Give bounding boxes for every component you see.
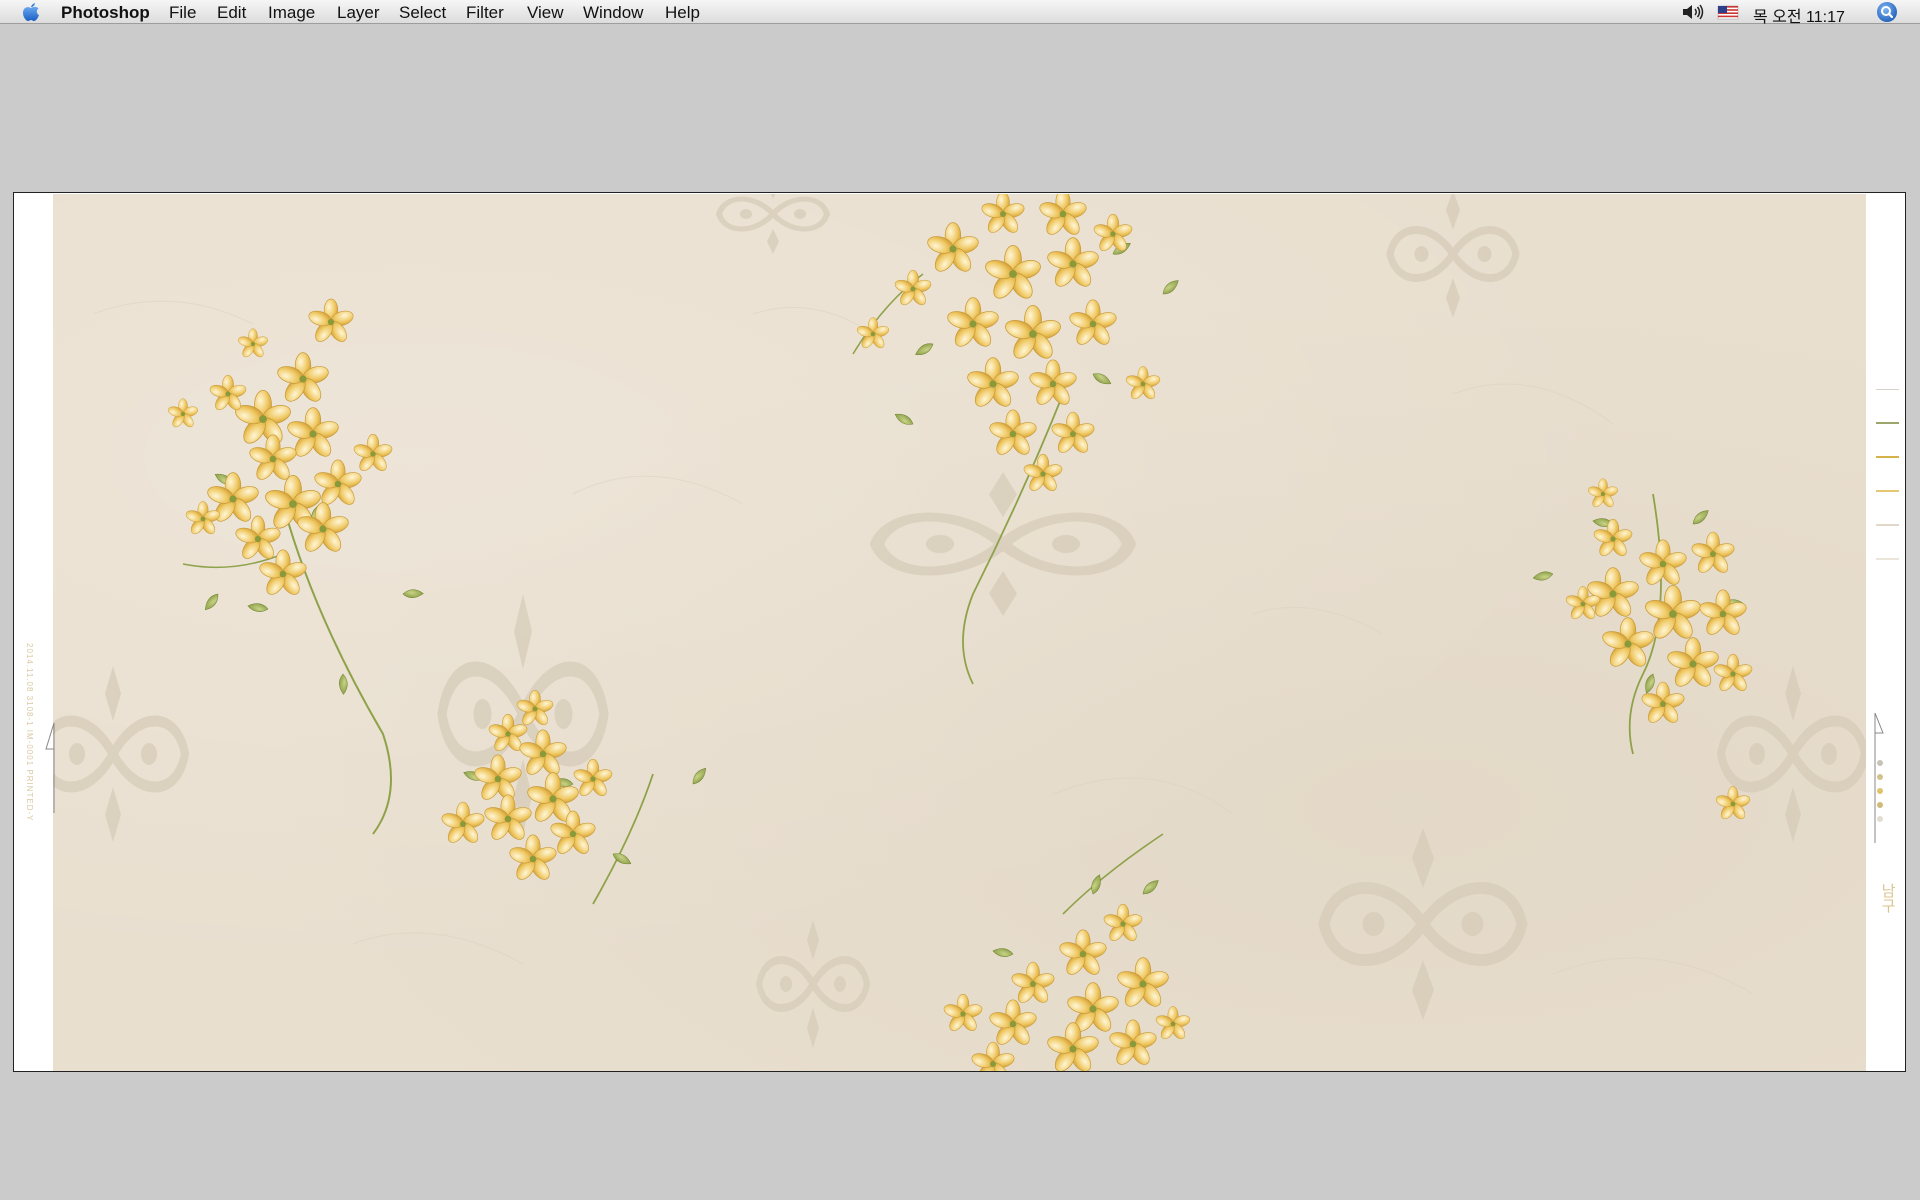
app-menu-photoshop[interactable]: Photoshop <box>61 3 150 23</box>
floral-wallpaper-pattern <box>53 194 1866 1071</box>
menu-file[interactable]: File <box>169 3 196 23</box>
flower-bouquet <box>166 298 425 835</box>
us-flag-icon[interactable] <box>1717 0 1739 24</box>
menu-select[interactable]: Select <box>399 3 446 23</box>
flower-bouquet <box>852 194 1182 685</box>
volume-icon[interactable] <box>1680 0 1706 24</box>
color-registration-marks <box>1876 389 1899 560</box>
menu-clock[interactable]: 목 오전 11:17 <box>1753 3 1845 27</box>
menu-edit[interactable]: Edit <box>217 3 246 23</box>
menu-bar: Photoshop File Edit Image Layer Select F… <box>0 0 1920 27</box>
left-edge-marker <box>45 723 55 813</box>
document-canvas[interactable]: 2014.11.08 3108-1 IM-0001 PRINTED-Y 남구 <box>13 192 1906 1072</box>
spotlight-icon[interactable] <box>1875 0 1899 24</box>
menu-layer[interactable]: Layer <box>337 3 380 23</box>
menu-help[interactable]: Help <box>665 3 700 23</box>
wallpaper-image <box>53 194 1866 1071</box>
apple-icon[interactable] <box>20 2 42 22</box>
flower-bouquet <box>941 833 1192 1071</box>
menu-window[interactable]: Window <box>583 3 643 23</box>
selvage-print-left: 2014.11.08 3108-1 IM-0001 PRINTED-Y <box>25 643 34 822</box>
menu-image[interactable]: Image <box>268 3 315 23</box>
menu-view[interactable]: View <box>527 3 564 23</box>
selvage-print-right: 남구 <box>1879 883 1896 913</box>
flower-bouquet <box>1532 478 1755 822</box>
menu-filter[interactable]: Filter <box>466 3 504 23</box>
